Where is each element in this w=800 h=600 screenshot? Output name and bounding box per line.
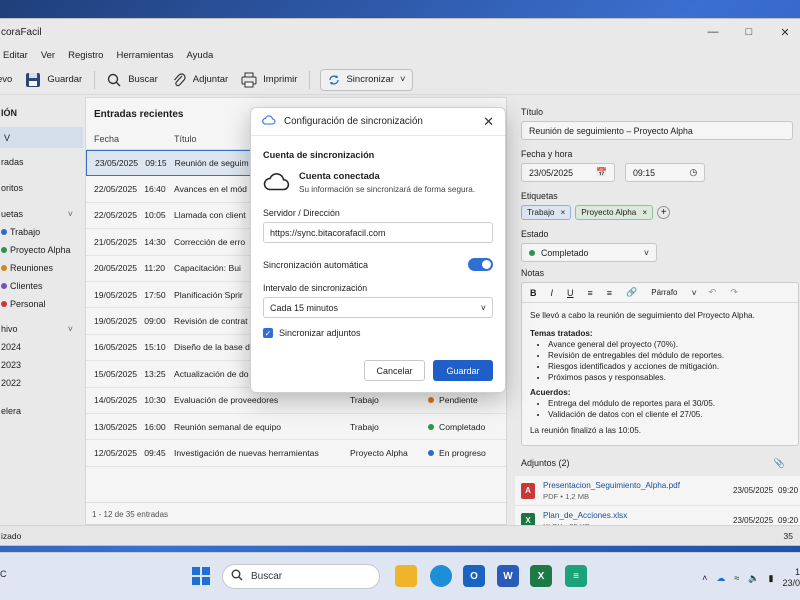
file-explorer-icon[interactable] — [395, 565, 417, 587]
clock-time: 1 — [794, 567, 800, 577]
system-tray: ˄ ☁ ≈ 🔈 ▮ 1 23/0 — [702, 567, 800, 589]
cloud-icon — [263, 171, 290, 193]
weather-text: C — [0, 569, 7, 579]
sync-attachments-label: Sincronizar adjuntos — [279, 328, 361, 338]
interval-value: Cada 15 minutos — [270, 302, 339, 313]
save-sync-button[interactable]: Guardar — [433, 360, 493, 381]
weather-widget[interactable]: C — [0, 569, 7, 580]
account-title: Cuenta conectada — [299, 170, 380, 181]
chevron-down-icon: ˅ — [480, 302, 486, 313]
taskbar-search[interactable]: Buscar — [222, 564, 380, 589]
clock[interactable]: 1 23/0 — [782, 567, 800, 589]
excel-icon[interactable]: X — [530, 565, 552, 587]
chevron-up-icon[interactable]: ˄ — [702, 573, 707, 583]
volume-icon[interactable]: 🔈 — [748, 573, 759, 584]
dialog-section-title: Cuenta de sincronización — [263, 150, 375, 160]
interval-select[interactable]: Cada 15 minutos ˅ — [263, 297, 493, 318]
outlook-icon[interactable]: O — [463, 565, 485, 587]
interval-label: Intervalo de sincronización — [263, 283, 368, 293]
word-icon[interactable]: W — [497, 565, 519, 587]
start-button[interactable] — [190, 565, 212, 587]
cancel-button[interactable]: Cancelar — [364, 360, 425, 381]
cloud-icon — [262, 115, 276, 128]
wifi-icon[interactable]: ≈ — [734, 573, 739, 583]
auto-sync-label: Sincronización automática — [263, 259, 369, 270]
search-icon — [231, 569, 243, 584]
sync-settings-dialog: Configuración de sincronización ✕ Cuenta… — [250, 107, 506, 393]
dialog-title: Configuración de sincronización — [284, 116, 423, 127]
windows-icon — [192, 567, 210, 585]
battery-icon[interactable]: ▮ — [769, 573, 774, 584]
clock-date: 23/0 — [782, 578, 800, 588]
taskbar: C Buscar O W X ≡ ˄ ☁ ≈ 🔈 ▮ 1 23/0 — [0, 552, 800, 600]
account-subtitle: Su información se sincronizará de forma … — [299, 185, 476, 194]
server-input[interactable]: https://sync.bitacorafacil.com — [263, 222, 493, 243]
dialog-header: Configuración de sincronización ✕ — [251, 108, 505, 136]
sync-attachments-checkbox[interactable]: ✓ — [263, 328, 273, 338]
edge-icon[interactable] — [430, 565, 452, 587]
account-status: Cuenta conectada Su información se sincr… — [263, 170, 493, 194]
server-label: Servidor / Dirección — [263, 208, 340, 218]
taskbar-search-text: Buscar — [251, 571, 283, 582]
bitacora-app-icon[interactable]: ≡ — [565, 565, 587, 587]
onedrive-cloud-icon[interactable]: ☁ — [716, 573, 725, 584]
close-icon[interactable]: ✕ — [483, 114, 494, 130]
auto-sync-toggle[interactable] — [468, 258, 493, 271]
